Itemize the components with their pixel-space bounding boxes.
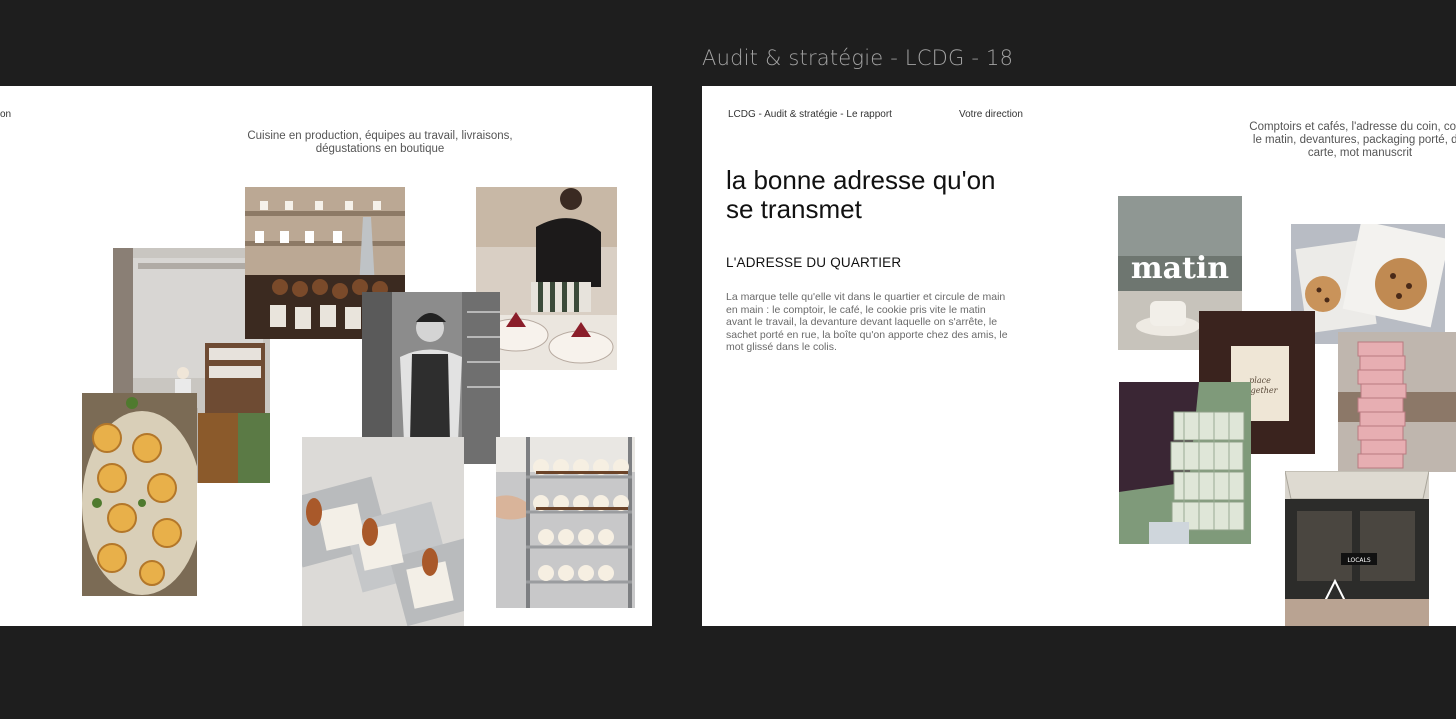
pink-boxes-photo	[1338, 332, 1456, 472]
section-heading: L'ADRESSE DU QUARTIER	[726, 255, 902, 270]
striped-boxes-photo	[1119, 382, 1251, 544]
storefront-sign: LOCALS	[1347, 557, 1370, 564]
slide-header-fragment: on	[0, 109, 12, 120]
madeleines-photo	[302, 437, 464, 626]
moodboard-caption: Comptoirs et cafés, l'adresse du coin, c…	[1249, 121, 1456, 159]
storefront-photo: LOCALS	[1285, 471, 1429, 626]
breadcrumb: LCDG - Audit & stratégie - Le rapport	[728, 109, 892, 120]
slide-right[interactable]: LCDG - Audit & stratégie - Le rapport Vo…	[702, 86, 1456, 626]
slide-left[interactable]: on Cuisine en production, équipes au tra…	[0, 86, 652, 626]
section-label: Votre direction	[959, 109, 1023, 120]
tarts-photo	[82, 393, 197, 596]
matin-logo: matin	[1131, 251, 1229, 286]
body-text: La marque telle qu'elle vit dans le quar…	[726, 291, 1008, 353]
frame-title[interactable]: Audit & stratégie - LCDG - 18	[702, 46, 1013, 70]
moodboard-caption: Cuisine en production, équipes au travai…	[247, 130, 513, 155]
pastry-rack-photo	[496, 437, 635, 608]
page-title: la bonne adresse qu'on se transmet	[726, 165, 996, 224]
